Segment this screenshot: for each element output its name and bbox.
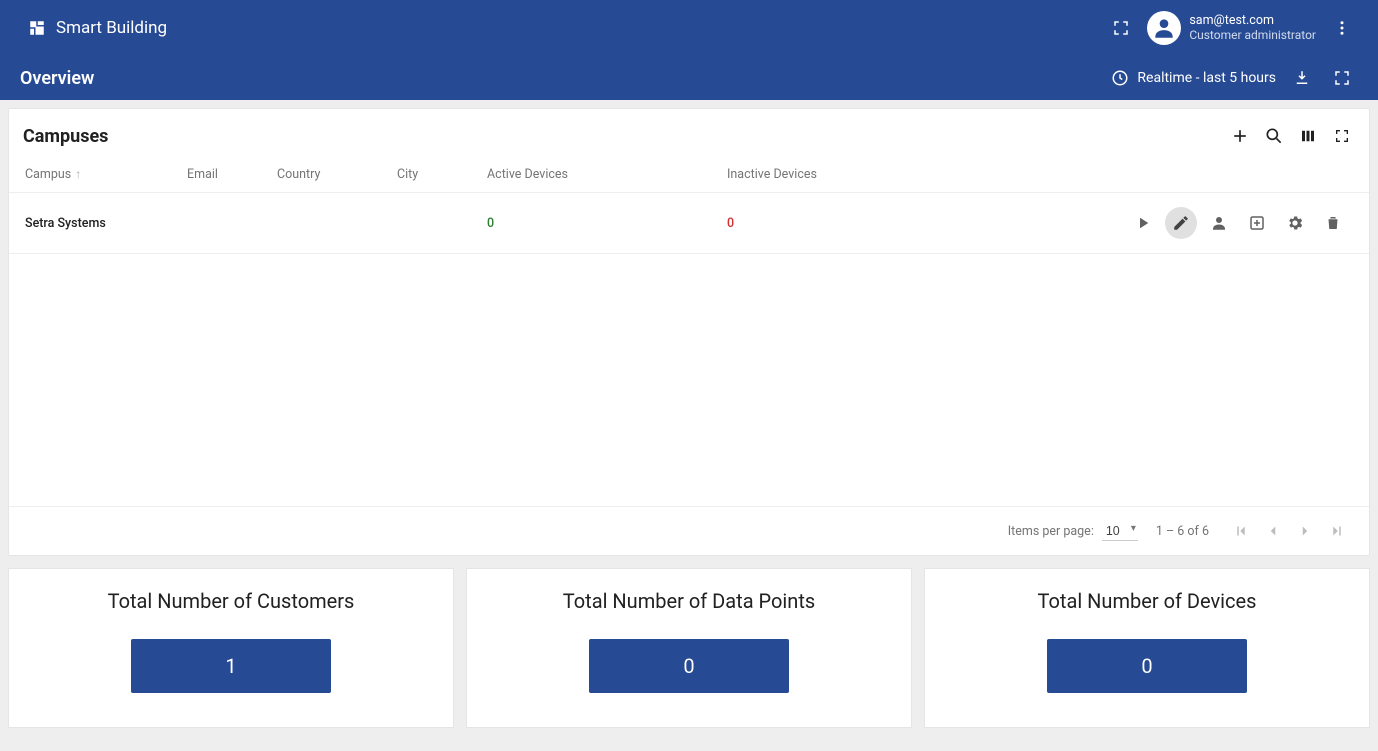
- campuses-header: Campuses: [9, 109, 1369, 157]
- stat-customers: Total Number of Customers 1: [8, 568, 454, 728]
- stat-devices-value: 0: [1047, 639, 1247, 693]
- cell-city: [389, 193, 479, 254]
- cell-inactive: 0: [719, 193, 959, 254]
- cell-campus: Setra Systems: [9, 193, 179, 254]
- col-inactive[interactable]: Inactive Devices: [719, 157, 959, 193]
- stat-datapoints: Total Number of Data Points 0: [466, 568, 912, 728]
- edit-icon[interactable]: [1165, 207, 1197, 239]
- expand-icon[interactable]: [1322, 58, 1362, 98]
- paginator: Items per page: 10 1 – 6 of 6: [9, 506, 1369, 555]
- stat-devices: Total Number of Devices 0: [924, 568, 1370, 728]
- search-icon[interactable]: [1261, 123, 1287, 149]
- sort-asc-icon: ↑: [75, 167, 81, 181]
- play-icon[interactable]: [1127, 207, 1159, 239]
- col-campus[interactable]: Campus↑: [9, 157, 179, 193]
- dashboard-icon: [28, 19, 46, 37]
- user-info[interactable]: sam@test.com Customer administrator: [1189, 13, 1316, 44]
- col-email[interactable]: Email: [179, 157, 269, 193]
- prev-page-icon[interactable]: [1259, 517, 1287, 545]
- time-range-label: Realtime - last 5 hours: [1137, 70, 1276, 86]
- page-title: Overview: [20, 68, 94, 89]
- row-actions: [967, 207, 1349, 239]
- fullscreen-icon[interactable]: [1101, 8, 1141, 48]
- items-per-page-label: Items per page:: [1008, 524, 1094, 539]
- user-avatar-icon[interactable]: [1147, 11, 1181, 45]
- user-role: Customer administrator: [1189, 28, 1316, 43]
- items-per-page-select[interactable]: 10: [1102, 522, 1138, 541]
- more-vert-icon[interactable]: [1322, 8, 1362, 48]
- main-content: Campuses Campus↑: [0, 100, 1378, 736]
- stat-customers-title: Total Number of Customers: [108, 589, 355, 613]
- last-page-icon[interactable]: [1323, 517, 1351, 545]
- time-range-selector[interactable]: Realtime - last 5 hours: [1111, 69, 1276, 87]
- col-city[interactable]: City: [389, 157, 479, 193]
- columns-icon[interactable]: [1295, 123, 1321, 149]
- cell-country: [269, 193, 389, 254]
- cell-email: [179, 193, 269, 254]
- assign-icon[interactable]: [1241, 207, 1273, 239]
- stat-datapoints-title: Total Number of Data Points: [563, 589, 815, 613]
- stat-customers-value: 1: [131, 639, 331, 693]
- table-row[interactable]: Setra Systems 0 0: [9, 193, 1369, 254]
- stat-datapoints-value: 0: [589, 639, 789, 693]
- campuses-title: Campuses: [23, 126, 1227, 147]
- next-page-icon[interactable]: [1291, 517, 1319, 545]
- gear-icon[interactable]: [1279, 207, 1311, 239]
- user-email: sam@test.com: [1189, 13, 1316, 29]
- stat-devices-title: Total Number of Devices: [1038, 589, 1257, 613]
- add-icon[interactable]: [1227, 123, 1253, 149]
- clock-icon: [1111, 69, 1131, 87]
- fullscreen-card-icon[interactable]: [1329, 123, 1355, 149]
- top-bar-row-1: Smart Building sam@test.com Customer adm…: [0, 0, 1378, 56]
- range-label: 1 – 6 of 6: [1156, 524, 1209, 539]
- campuses-card: Campuses Campus↑: [8, 108, 1370, 556]
- cell-active: 0: [479, 193, 719, 254]
- col-actions: [959, 157, 1369, 193]
- delete-icon[interactable]: [1317, 207, 1349, 239]
- stats-row: Total Number of Customers 1 Total Number…: [8, 568, 1370, 728]
- user-icon[interactable]: [1203, 207, 1235, 239]
- download-icon[interactable]: [1282, 58, 1322, 98]
- col-active[interactable]: Active Devices: [479, 157, 719, 193]
- first-page-icon[interactable]: [1227, 517, 1255, 545]
- top-bar-row-2: Overview Realtime - last 5 hours: [0, 56, 1378, 100]
- col-country[interactable]: Country: [269, 157, 389, 193]
- campuses-table: Campus↑ Email Country City Active Device…: [9, 157, 1369, 254]
- app-title: Smart Building: [56, 18, 167, 38]
- top-bar: Smart Building sam@test.com Customer adm…: [0, 0, 1378, 100]
